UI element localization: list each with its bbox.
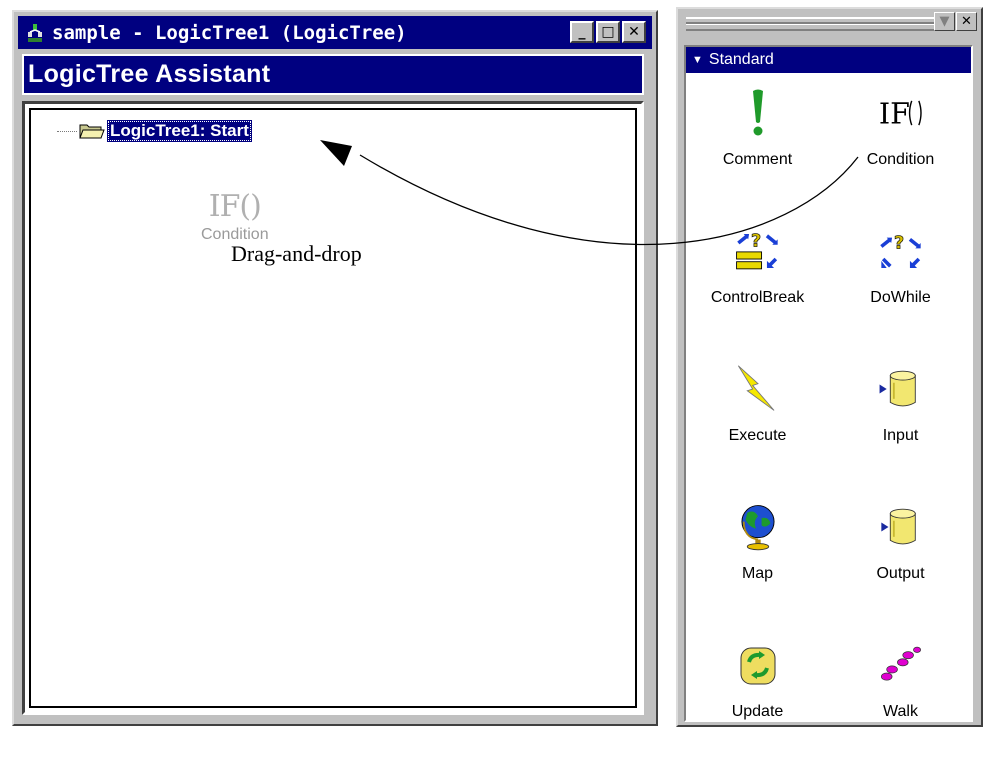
drag-and-drop-caption: Drag-and-drop — [231, 241, 362, 266]
arrowhead-icon — [320, 140, 352, 166]
drag-arrow — [320, 140, 859, 246]
